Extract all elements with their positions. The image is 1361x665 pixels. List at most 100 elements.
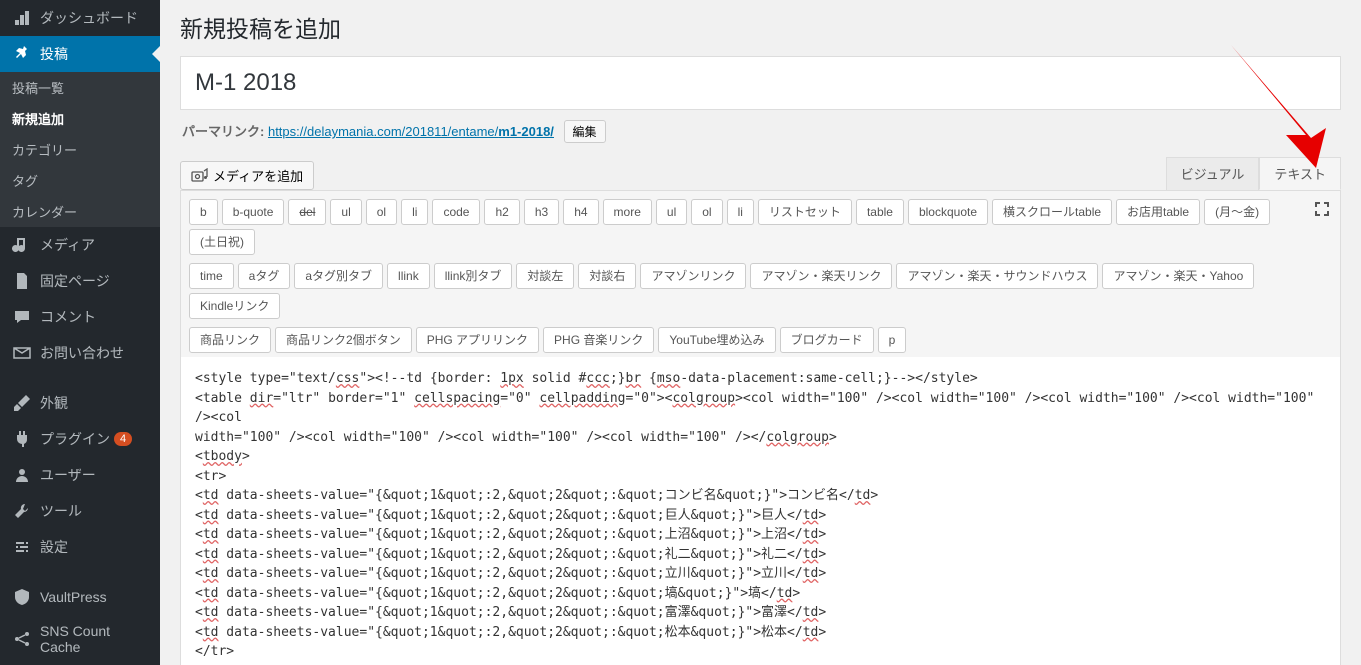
sidebar-submenu: 投稿一覧新規追加カテゴリータグカレンダー [0,72,160,227]
qtag-[interactable]: ブログカード [780,327,874,353]
qtag-Yahoo[interactable]: アマゾン・楽天・Yahoo [1102,263,1254,289]
qtag-h3[interactable]: h3 [524,199,559,225]
qtag-blockquote[interactable]: blockquote [908,199,988,225]
qtag-li[interactable]: li [401,199,428,225]
qtag-[interactable]: アマゾン・楽天・サウンドハウス [896,263,1098,289]
add-media-button[interactable]: メディアを追加 [180,161,314,190]
sidebar-item-label: プラグイン [40,429,110,449]
qtag-h2[interactable]: h2 [484,199,519,225]
brush-icon [12,393,32,413]
page-icon [12,271,32,291]
qtag-p[interactable]: p [878,327,907,353]
sidebar-item-label: VaultPress [40,589,107,605]
sidebar-item-dashboard[interactable]: ダッシュボード [0,0,160,36]
sidebar-sub-item[interactable]: 新規追加 [0,103,160,134]
qtag-PHG[interactable]: PHG アプリリンク [416,327,539,353]
qtag-a[interactable]: aタグ [238,263,291,289]
edit-permalink-button[interactable]: 編集 [564,120,606,143]
sidebar-sub-item[interactable]: カレンダー [0,196,160,227]
sidebar-item-settings[interactable]: 設定 [0,529,160,565]
qtag-YouTube[interactable]: YouTube埋め込み [658,327,775,353]
sidebar-item-shield[interactable]: VaultPress [0,579,160,615]
sidebar-item-user[interactable]: ユーザー [0,457,160,493]
mail-icon [12,343,32,363]
qtag-[interactable]: (月～金) [1204,199,1270,225]
permalink-link[interactable]: https://delaymania.com/201811/entame/m1-… [268,124,554,139]
qtag-table[interactable]: table [856,199,904,225]
sidebar-item-pin[interactable]: 投稿 [0,36,160,72]
qtag-time[interactable]: time [189,263,234,289]
qtag-PHG[interactable]: PHG 音楽リンク [543,327,654,353]
qtag-ol[interactable]: ol [366,199,397,225]
camera-music-icon [191,168,209,184]
sidebar-item-share[interactable]: SNS Count Cache [0,615,160,663]
qtag-[interactable]: アマゾンリンク [640,263,746,289]
qtag-[interactable]: リストセット [758,199,852,225]
sidebar-item-page[interactable]: 固定ページ [0,263,160,299]
qtag-[interactable]: 対談右 [578,263,636,289]
editor-box: bb-quotedelulollicodeh2h3h4moreulolliリスト… [180,190,1341,665]
admin-sidebar: ダッシュボード投稿投稿一覧新規追加カテゴリータグカレンダーメディア固定ページコメ… [0,0,160,665]
fullscreen-icon[interactable] [1314,201,1330,217]
qtag-bquote[interactable]: b-quote [222,199,285,225]
text-editor-textarea[interactable]: <style type="text/css"><!--td {border: 1… [181,357,1340,665]
sidebar-item-brush[interactable]: 外観 [0,385,160,421]
share-icon [12,629,32,649]
permalink-label: パーマリンク: [182,124,264,139]
sidebar-item-label: 投稿 [40,44,68,64]
tab-visual[interactable]: ビジュアル [1166,157,1260,190]
page-title: 新規投稿を追加 [180,10,1341,44]
qtag-b[interactable]: b [189,199,218,225]
qtag-ul[interactable]: ul [330,199,361,225]
sidebar-item-label: 外観 [40,393,68,413]
comment-icon [12,307,32,327]
qtag-ol[interactable]: ol [691,199,722,225]
sidebar-item-label: ダッシュボード [40,8,138,28]
qtag-h4[interactable]: h4 [563,199,598,225]
tab-text[interactable]: テキスト [1259,157,1341,190]
sidebar-sub-item[interactable]: 投稿一覧 [0,72,160,103]
qtag-table[interactable]: 横スクロールtable [992,199,1112,225]
permalink-row: パーマリンク: https://delaymania.com/201811/en… [182,120,1339,143]
media-icon [12,235,32,255]
shield-icon [12,587,32,607]
sidebar-item-label: SNS Count Cache [40,623,148,655]
tool-icon [12,501,32,521]
sidebar-item-comment[interactable]: コメント [0,299,160,335]
main-content: 新規投稿を追加 パーマリンク: https://delaymania.com/2… [160,0,1361,665]
plugin-icon [12,429,32,449]
qtag-del[interactable]: del [288,199,326,225]
qtag-li[interactable]: li [727,199,754,225]
sidebar-sub-item[interactable]: カテゴリー [0,134,160,165]
qtag-2[interactable]: 商品リンク2個ボタン [275,327,412,353]
qtag-llink[interactable]: llink [387,263,430,289]
qtag-more[interactable]: more [603,199,652,225]
sidebar-item-label: メディア [40,235,95,255]
editor-tabs: ビジュアル テキスト [1166,157,1341,190]
sidebar-item-mail[interactable]: お問い合わせ [0,335,160,371]
qtag-code[interactable]: code [432,199,480,225]
qtag-[interactable]: アマゾン・楽天リンク [750,263,892,289]
sidebar-item-label: 固定ページ [40,271,110,291]
dashboard-icon [12,8,32,28]
quicktags-toolbar: bb-quotedelulollicodeh2h3h4moreulolliリスト… [181,191,1340,357]
sidebar-item-tool[interactable]: ツール [0,493,160,529]
user-icon [12,465,32,485]
qtag-[interactable]: 対談左 [516,263,574,289]
sidebar-item-media[interactable]: メディア [0,227,160,263]
qtag-a[interactable]: aタグ別タブ [294,263,383,289]
qtag-Kindle[interactable]: Kindleリンク [189,293,280,319]
qtag-llink[interactable]: llink別タブ [434,263,513,289]
post-title-input[interactable] [180,56,1341,110]
settings-icon [12,537,32,557]
qtag-ul[interactable]: ul [656,199,687,225]
qtag-[interactable]: 商品リンク [189,327,271,353]
sidebar-item-label: ユーザー [40,465,96,485]
qtag-table[interactable]: お店用table [1116,199,1200,225]
sidebar-item-plugin[interactable]: プラグイン4 [0,421,160,457]
sidebar-item-label: 設定 [40,537,68,557]
sidebar-sub-item[interactable]: タグ [0,165,160,196]
sidebar-item-label: お問い合わせ [40,343,124,363]
sidebar-item-label: ツール [40,501,82,521]
qtag-[interactable]: (土日祝) [189,229,255,255]
